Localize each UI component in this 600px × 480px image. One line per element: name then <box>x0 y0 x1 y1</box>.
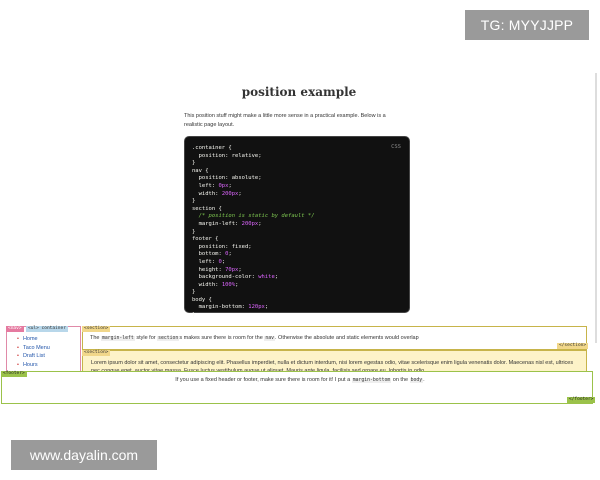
demo-footer <box>1 371 593 404</box>
demo-nav-list: Home Taco Menu Draft List Hours <box>17 335 50 369</box>
code-line: body { <box>192 296 212 303</box>
css-code-block: CSS .container { position: relative; } n… <box>185 137 409 318</box>
page-title: position example <box>241 85 357 99</box>
footer-text-c: . <box>423 377 425 383</box>
code-line: footer { <box>192 236 219 243</box>
section-1-text-d: . Otherwise the absolute and static elem… <box>274 335 419 341</box>
section-1-text-a: The <box>90 335 102 341</box>
code-nav: nav <box>264 336 275 341</box>
watermark-website: www.dayalin.com <box>11 440 157 470</box>
code-line: nav { <box>192 167 209 174</box>
code-margin-bottom: margin-bottom <box>351 378 392 383</box>
section-1-text-c: s makes sure there is room for the <box>179 335 265 341</box>
code-content: .container { position: relative; } nav {… <box>192 145 315 320</box>
article: position example This position stuff mig… <box>184 80 414 130</box>
code-line: left: 0px; <box>192 182 232 189</box>
footer-text-a: If you use a fixed header or footer, mak… <box>175 377 352 383</box>
code-section: section <box>157 336 180 341</box>
footer-text-b: on the <box>391 377 410 383</box>
code-line: } <box>192 228 196 235</box>
code-line: width: 200px; <box>192 190 242 197</box>
code-line: /* position is static by default */ <box>192 213 315 220</box>
code-line: width: 100%; <box>192 281 239 288</box>
code-line: left: 0; <box>192 258 226 265</box>
nav-link-hours[interactable]: Hours <box>17 361 50 370</box>
section-1-text-b: style for <box>134 335 158 341</box>
nav-link-home[interactable]: Home <box>17 335 50 344</box>
section-2-open-tag: <section> <box>82 350 111 356</box>
nav-link-taco-menu[interactable]: Taco Menu <box>17 344 50 353</box>
code-line: margin-bottom: 120px; <box>192 304 269 311</box>
code-line: section { <box>192 205 222 212</box>
code-line: position: absolute; <box>192 175 262 182</box>
section-close-tag: </section> <box>557 343 589 349</box>
code-line: } <box>192 289 196 296</box>
code-line: position: relative; <box>192 152 262 159</box>
code-language-label: CSS <box>391 144 401 150</box>
footer-text: If you use a fixed header or footer, mak… <box>0 377 600 383</box>
code-body: body <box>409 378 424 383</box>
code-line: height: 70px; <box>192 266 242 273</box>
code-line: background-color: white; <box>192 274 279 281</box>
nav-tag-label: <nav> <box>6 326 24 332</box>
code-line: } <box>192 198 196 205</box>
intro-paragraph: This position stuff might make a little … <box>184 113 386 128</box>
footer-close-tag: </footer> <box>567 397 596 403</box>
code-line: } <box>192 160 196 167</box>
code-line: margin-left: 200px; <box>192 220 262 227</box>
code-line: .container { <box>192 145 232 151</box>
code-line: bottom: 0; <box>192 251 232 258</box>
code-line: position: fixed; <box>192 243 252 250</box>
demo-section-2: Lorem ipsum dolor sit amet, consectetur … <box>82 350 587 372</box>
code-margin-left: margin-left <box>101 336 135 341</box>
watermark-telegram: TG: MYYJJPP <box>465 10 589 40</box>
page-scrollbar[interactable] <box>595 73 597 343</box>
section-1-text: The margin-left style for sections makes… <box>90 334 580 343</box>
nav-link-draft-list[interactable]: Draft List <box>17 352 50 361</box>
ul-tag-label: <ul> container <box>26 326 68 332</box>
section-open-tag: <section> <box>82 326 111 332</box>
code-line: } <box>192 312 196 319</box>
